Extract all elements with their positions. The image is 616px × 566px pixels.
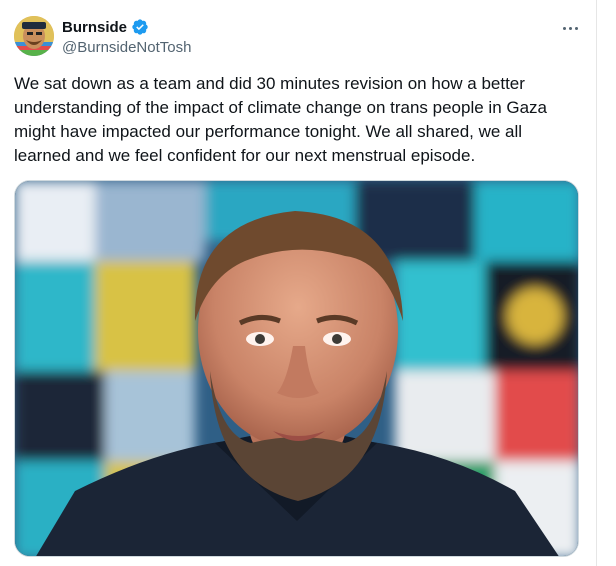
tweet-text: We sat down as a team and did 30 minutes… bbox=[14, 74, 552, 165]
author-names: Burnside @BurnsideNotTosh bbox=[62, 17, 191, 57]
display-name-row: Burnside bbox=[62, 17, 191, 37]
avatar[interactable] bbox=[14, 16, 54, 56]
display-name[interactable]: Burnside bbox=[62, 19, 127, 36]
verified-badge-icon[interactable] bbox=[131, 18, 149, 36]
press-conference-photo bbox=[15, 181, 578, 556]
tweet-header: Burnside @BurnsideNotTosh bbox=[14, 16, 582, 60]
tweet-media-photo[interactable] bbox=[14, 180, 579, 557]
tweet-card: Burnside @BurnsideNotTosh We sat down as… bbox=[0, 0, 597, 566]
more-options-icon[interactable] bbox=[558, 18, 582, 38]
author-handle[interactable]: @BurnsideNotTosh bbox=[62, 39, 191, 56]
